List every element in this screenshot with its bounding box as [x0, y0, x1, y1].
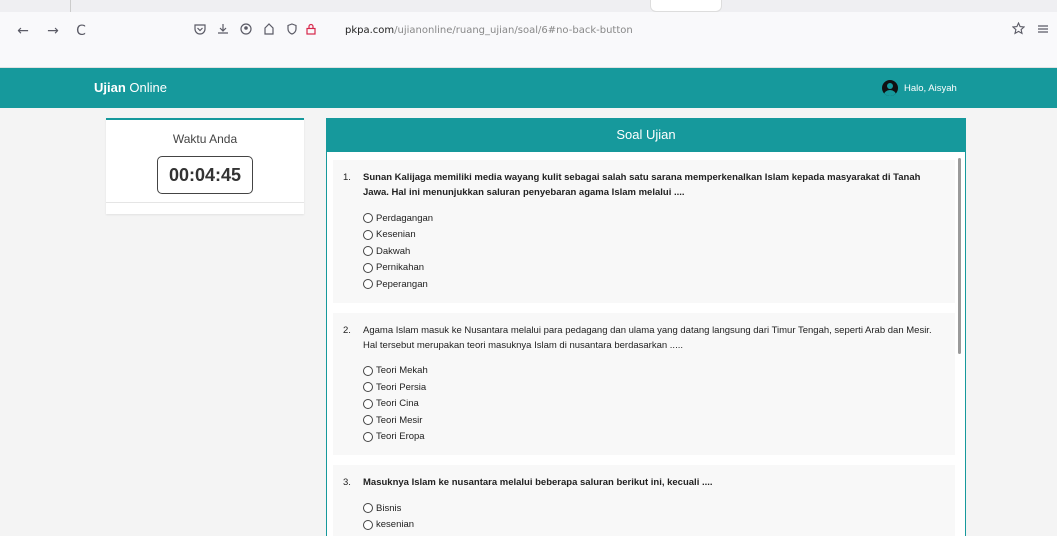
question-text-line: Hal tersebut merupakan teori masuknya Is…	[363, 339, 683, 351]
brand-rest: Online	[125, 80, 167, 95]
answer-option-label: Teori Eropa	[376, 431, 425, 443]
radio-button[interactable]	[363, 262, 373, 273]
tab-separator	[70, 0, 71, 12]
radio-button[interactable]	[363, 382, 373, 393]
menu-icon[interactable]	[1034, 22, 1052, 40]
download-icon[interactable]	[214, 22, 232, 40]
answer-option[interactable]: Teori Mekah	[363, 363, 943, 380]
answer-option[interactable]: Teori Cina	[363, 396, 943, 413]
user-avatar-icon	[882, 80, 898, 96]
answer-option-label: Teori Persia	[376, 381, 427, 393]
answer-option-label: Perdagangan	[376, 212, 434, 224]
pocket-icon[interactable]	[191, 22, 209, 40]
question-text: Sunan Kalijaga memiliki media wayang kul…	[363, 170, 943, 200]
question-panel: Soal Ujian 1. Sunan Kalijaga memiliki med…	[326, 118, 966, 536]
question-text-line: Agama Islam masuk ke Nusantara melalui p…	[363, 324, 932, 336]
answer-option[interactable]: Teori Persia	[363, 379, 943, 396]
radio-button[interactable]	[363, 279, 373, 290]
user-menu[interactable]: Halo, Aisyah	[882, 77, 957, 99]
radio-button[interactable]	[363, 431, 373, 442]
extensions-icon[interactable]	[260, 22, 278, 40]
account-icon[interactable]	[237, 22, 255, 40]
brand-logo[interactable]: Ujian Online	[94, 68, 167, 108]
answer-options: Perdagangan Kesenian Dakwah Pernikahan Peper…	[343, 210, 943, 293]
radio-button[interactable]	[363, 519, 373, 530]
panel-title: Soal Ujian	[327, 118, 965, 152]
radio-button[interactable]	[363, 229, 373, 240]
url-bar[interactable]: pkpa.com/ujianonline/ruang_ujian/soal/6#…	[345, 20, 985, 42]
timer-card-footer	[106, 202, 304, 203]
radio-button[interactable]	[363, 365, 373, 376]
question-item: 3. Masuknya Islam ke nusantara melalui be…	[333, 465, 955, 536]
shield-icon[interactable]	[283, 22, 301, 40]
answer-option[interactable]: Kesenian	[363, 227, 943, 244]
tab-strip	[0, 0, 1057, 12]
answer-option-label: Teori Cina	[376, 398, 419, 410]
answer-option-label: Dakwah	[376, 245, 411, 257]
answer-option[interactable]: Pernikahan	[363, 260, 943, 277]
reload-icon[interactable]: C	[72, 22, 90, 40]
question-number: 3.	[343, 477, 351, 488]
answer-option-label: Pernikahan	[376, 262, 425, 274]
question-number: 1.	[343, 172, 351, 183]
question-text-line: Masuknya Islam ke nusantara melalui bebe…	[363, 477, 713, 488]
back-icon[interactable]: ←	[14, 22, 32, 40]
radio-button[interactable]	[363, 415, 373, 426]
question-text: Masuknya Islam ke nusantara melalui bebe…	[363, 475, 943, 490]
answer-option[interactable]: Bisnis	[363, 500, 943, 517]
brand-bold: Ujian	[94, 80, 126, 95]
answer-options: Bisnis kesenian	[343, 500, 943, 533]
answer-option-label: Peperangan	[376, 278, 428, 290]
lock-icon[interactable]	[302, 22, 320, 40]
answer-option[interactable]: Perdagangan	[363, 210, 943, 227]
user-greeting: Halo, Aisyah	[904, 82, 957, 94]
timer-value: 00:04:45	[157, 156, 253, 194]
answer-option[interactable]: Dakwah	[363, 243, 943, 260]
answer-options: Teori Mekah Teori Persia Teori Cina Teori M…	[343, 363, 943, 446]
radio-button[interactable]	[363, 246, 373, 257]
answer-option[interactable]: Teori Mesir	[363, 412, 943, 429]
answer-option[interactable]: kesenian	[363, 517, 943, 534]
bookmark-star-icon[interactable]	[1009, 21, 1027, 40]
app-navbar: Ujian Online Halo, Aisyah	[0, 68, 1057, 108]
radio-button[interactable]	[363, 213, 373, 224]
timer-card: Waktu Anda 00:04:45	[106, 118, 304, 214]
answer-option-label: Bisnis	[376, 502, 402, 514]
answer-option[interactable]: Peperangan	[363, 276, 943, 293]
question-item: 1. Sunan Kalijaga memiliki media wayang k…	[333, 160, 955, 303]
radio-button[interactable]	[363, 503, 373, 514]
browser-tab[interactable]	[650, 0, 722, 12]
question-number: 2.	[343, 324, 351, 336]
question-item: 2. Agama Islam masuk ke Nusantara melalui…	[333, 312, 955, 455]
browser-toolbar: ← → C pkpa.com/ujianonline/ruang_ujian/s…	[0, 0, 1057, 68]
forward-icon[interactable]: →	[44, 22, 62, 40]
timer-title: Waktu Anda	[172, 132, 238, 146]
radio-button[interactable]	[363, 398, 373, 409]
question-list[interactable]: 1. Sunan Kalijaga memiliki media wayang k…	[333, 160, 955, 536]
answer-option-label: Kesenian	[376, 229, 416, 241]
url-host: pkpa.com	[345, 25, 395, 36]
url-path: /ujianonline/ruang_ujian/soal/6#no-back-…	[394, 25, 633, 36]
scrollbar-thumb[interactable]	[958, 158, 961, 354]
answer-option-label: Teori Mekah	[376, 365, 428, 377]
answer-option[interactable]: Teori Eropa	[363, 429, 943, 446]
question-text: Agama Islam masuk ke Nusantara melalui p…	[363, 323, 943, 353]
answer-option-label: Teori Mesir	[376, 414, 423, 426]
answer-option-label: kesenian	[376, 519, 415, 531]
question-text-line: Sunan Kalijaga memiliki media wayang kul…	[363, 172, 921, 198]
